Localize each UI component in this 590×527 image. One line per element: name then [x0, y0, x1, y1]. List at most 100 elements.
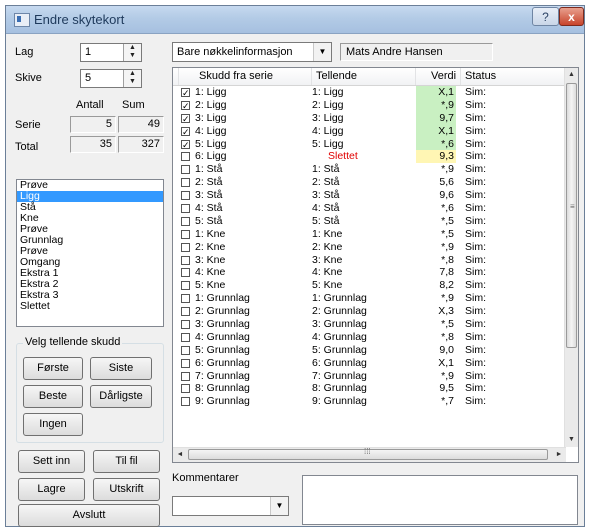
table-row[interactable]: 1: Kne 1: Kne *,5 Sim:: [173, 228, 566, 241]
spin-arrows-icon[interactable]: ▲ ▼: [123, 70, 141, 87]
table-row[interactable]: 6: Grunnlag 6: Grunnlag X,1 Sim:: [173, 357, 566, 370]
til-fil-button[interactable]: Til fil: [93, 450, 160, 473]
serie-antall: 5: [70, 116, 116, 133]
hscroll-thumb[interactable]: ⁞⁞⁞: [188, 447, 548, 460]
avslutt-button[interactable]: Avslutt: [18, 504, 160, 527]
row-checkbox[interactable]: [181, 229, 190, 239]
forste-button[interactable]: Første: [23, 357, 83, 380]
row-checkbox[interactable]: ✓: [181, 126, 190, 136]
cell-verdi: X,3: [438, 305, 454, 318]
row-checkbox[interactable]: [181, 268, 190, 278]
row-checkbox[interactable]: [181, 320, 190, 330]
cell-status: Sim:: [465, 279, 486, 292]
row-checkbox[interactable]: [181, 255, 190, 265]
table-row[interactable]: 5: Kne 5: Kne 8,2 Sim:: [173, 279, 566, 292]
table-row[interactable]: 3: Stå 3: Stå 9,6 Sim:: [173, 189, 566, 202]
table-row[interactable]: 5: Grunnlag 5: Grunnlag 9,0 Sim:: [173, 344, 566, 357]
cell-tellende: 5: Stå: [312, 214, 340, 227]
table-row[interactable]: 3: Grunnlag 3: Grunnlag *,5 Sim:: [173, 318, 566, 331]
row-checkbox[interactable]: [181, 294, 190, 304]
lag-spinner[interactable]: 1 ▲ ▼: [80, 43, 142, 62]
table-row[interactable]: 1: Stå 1: Stå *,9 Sim:: [173, 163, 566, 176]
cell-status: Sim:: [465, 176, 486, 189]
row-checkbox[interactable]: [181, 371, 190, 381]
chevron-down-icon[interactable]: ▼: [313, 43, 331, 61]
table-row[interactable]: ✓ 1: Ligg 1: Ligg X,1 Sim:: [173, 86, 566, 99]
table-row[interactable]: ✓ 2: Ligg 2: Ligg *,9 Sim:: [173, 98, 566, 112]
col-header-status[interactable]: Status: [461, 68, 566, 85]
series-listbox[interactable]: Prøve Ligg Stå Kne Prøve Grunnlag Prøve …: [16, 179, 164, 327]
table-row[interactable]: 1: Grunnlag 1: Grunnlag *,9 Sim:: [173, 292, 566, 305]
ingen-button[interactable]: Ingen: [23, 413, 83, 436]
table-row[interactable]: 2: Stå 2: Stå 5,6 Sim:: [173, 176, 566, 189]
utskrift-button[interactable]: Utskrift: [93, 478, 160, 501]
cell-skudd: 2: Grunnlag: [195, 305, 250, 318]
table-row[interactable]: 9: Grunnlag 9: Grunnlag *,7 Sim:: [173, 395, 566, 408]
row-checkbox[interactable]: [181, 178, 190, 188]
row-checkbox[interactable]: [181, 204, 190, 214]
cell-verdi: *,9: [441, 292, 454, 305]
table-row[interactable]: 7: Grunnlag 7: Grunnlag *,9 Sim:: [173, 370, 566, 383]
table-row[interactable]: ✓ 3: Ligg 3: Ligg 9,7 Sim:: [173, 111, 566, 125]
row-checkbox[interactable]: ✓: [181, 113, 190, 123]
cell-status: Sim:: [465, 86, 486, 98]
row-checkbox[interactable]: [181, 345, 190, 355]
beste-button[interactable]: Beste: [23, 385, 83, 408]
cell-tellende: 2: Stå: [312, 176, 340, 189]
darligste-button[interactable]: Dårligste: [90, 385, 152, 408]
row-checkbox[interactable]: [181, 152, 190, 162]
vertical-scrollbar[interactable]: ▲ ≡ ▼: [564, 68, 578, 447]
sett-inn-button[interactable]: Sett inn: [18, 450, 85, 473]
comment-combo[interactable]: ▼: [172, 496, 289, 516]
row-checkbox[interactable]: [181, 384, 190, 394]
scroll-up-icon[interactable]: ▲: [565, 68, 578, 82]
help-button[interactable]: ?: [532, 7, 559, 26]
row-checkbox[interactable]: ✓: [181, 100, 190, 110]
table-row[interactable]: 2: Kne 2: Kne *,9 Sim:: [173, 241, 566, 254]
scroll-right-icon[interactable]: ►: [552, 448, 566, 462]
spin-arrows-icon[interactable]: ▲ ▼: [123, 44, 141, 61]
cell-skudd: 2: Stå: [195, 176, 223, 189]
table-row[interactable]: 4: Kne 4: Kne 7,8 Sim:: [173, 266, 566, 279]
list-item[interactable]: Slettet: [17, 301, 163, 312]
comment-textarea[interactable]: [302, 475, 578, 525]
row-checkbox[interactable]: [181, 216, 190, 226]
filter-combo[interactable]: Bare nøkkelinformasjon ▼: [172, 42, 332, 62]
lagre-button[interactable]: Lagre: [18, 478, 85, 501]
table-row[interactable]: 2: Grunnlag 2: Grunnlag X,3 Sim:: [173, 305, 566, 318]
row-checkbox[interactable]: [181, 242, 190, 252]
col-header-skudd[interactable]: Skudd fra serie: [179, 68, 312, 85]
row-checkbox[interactable]: [181, 281, 190, 291]
table-row[interactable]: ✓ 4: Ligg 4: Ligg X,1 Sim:: [173, 124, 566, 138]
row-checkbox[interactable]: ✓: [181, 88, 190, 98]
table-row[interactable]: 8: Grunnlag 8: Grunnlag 9,5 Sim:: [173, 382, 566, 395]
horizontal-scrollbar[interactable]: ◄ ⁞⁞⁞ ►: [173, 447, 566, 462]
row-checkbox[interactable]: ✓: [181, 139, 190, 149]
cell-tellende: 4: Kne: [312, 266, 343, 279]
scroll-thumb[interactable]: ≡: [566, 83, 577, 348]
cell-verdi: *,8: [441, 330, 454, 343]
grip-icon: ⁞⁞⁞: [364, 447, 371, 456]
shots-grid[interactable]: Skudd fra serie Tellende Verdi Status ✓ 1…: [172, 67, 579, 463]
close-button[interactable]: x: [559, 7, 584, 26]
col-header-verdi[interactable]: Verdi: [416, 68, 461, 85]
col-header-tellende[interactable]: Tellende: [312, 68, 416, 85]
table-row[interactable]: ✓ 5: Ligg 5: Ligg *,6 Sim:: [173, 137, 566, 151]
chevron-down-icon[interactable]: ▼: [270, 497, 288, 515]
table-row[interactable]: 3: Kne 3: Kne *,8 Sim:: [173, 254, 566, 267]
row-checkbox[interactable]: [181, 332, 190, 342]
scroll-left-icon[interactable]: ◄: [173, 448, 187, 462]
siste-button[interactable]: Siste: [90, 357, 152, 380]
row-checkbox[interactable]: [181, 191, 190, 201]
skive-spinner[interactable]: 5 ▲ ▼: [80, 69, 142, 88]
scroll-down-icon[interactable]: ▼: [565, 433, 578, 447]
row-checkbox[interactable]: [181, 358, 190, 368]
row-checkbox[interactable]: [181, 165, 190, 175]
list-item-selected[interactable]: Ligg: [17, 191, 163, 202]
table-row[interactable]: 5: Stå 5: Stå *,5 Sim:: [173, 215, 566, 228]
row-checkbox[interactable]: [181, 397, 190, 407]
table-row[interactable]: 4: Stå 4: Stå *,6 Sim:: [173, 202, 566, 215]
table-row[interactable]: 6: Ligg Slettet 9,3 Sim:: [173, 150, 566, 164]
row-checkbox[interactable]: [181, 307, 190, 317]
table-row[interactable]: 4: Grunnlag 4: Grunnlag *,8 Sim:: [173, 331, 566, 344]
